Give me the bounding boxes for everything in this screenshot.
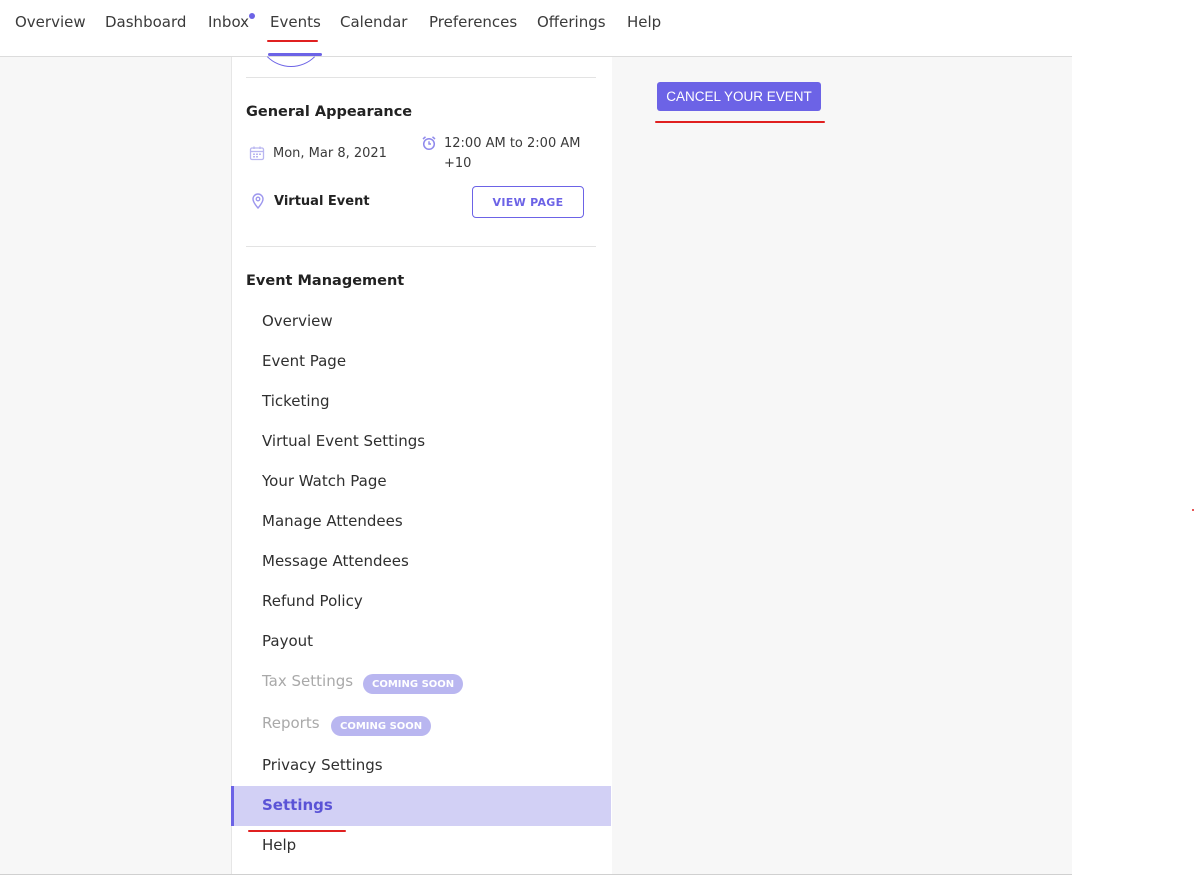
menu-item-label: Privacy Settings — [262, 756, 383, 774]
nav-preferences[interactable]: Preferences — [429, 13, 517, 31]
menu-item-watch-page[interactable]: Your Watch Page — [231, 462, 611, 502]
cancel-event-button[interactable]: CANCEL YOUR EVENT — [657, 82, 821, 111]
menu-item-label: Manage Attendees — [262, 512, 403, 530]
coming-soon-badge: COMING SOON — [331, 716, 432, 736]
unread-dot-icon — [249, 13, 256, 19]
menu-item-label: Your Watch Page — [262, 472, 387, 490]
nav-help[interactable]: Help — [627, 13, 661, 31]
menu-item-virtual-event-settings[interactable]: Virtual Event Settings — [231, 422, 611, 462]
top-navigation: Overview Dashboard Inbox Events Calendar… — [0, 0, 1072, 57]
menu-item-help[interactable]: Help — [231, 826, 611, 866]
nav-dashboard[interactable]: Dashboard — [105, 13, 186, 31]
menu-item-label: Message Attendees — [262, 552, 409, 570]
event-management-heading: Event Management — [246, 273, 405, 289]
event-timezone: +10 — [444, 156, 472, 171]
event-time: 12:00 AM to 2:00 AM — [444, 136, 581, 151]
menu-item-label: Settings — [262, 796, 333, 814]
outer-margin — [1072, 0, 1196, 877]
menu-item-label: Help — [262, 836, 297, 854]
nav-calendar[interactable]: Calendar — [340, 13, 407, 31]
active-indicator — [231, 786, 234, 826]
coming-soon-badge: COMING SOON — [363, 674, 464, 694]
location-pin-icon — [251, 193, 265, 213]
divider — [246, 77, 596, 78]
menu-item-settings[interactable]: Settings — [231, 786, 611, 826]
nav-offerings[interactable]: Offerings — [537, 13, 606, 31]
calendar-icon — [249, 145, 265, 165]
menu-item-message-attendees[interactable]: Message Attendees — [231, 542, 611, 582]
menu-item-ticketing[interactable]: Ticketing — [231, 382, 611, 422]
menu-item-label: Refund Policy — [262, 592, 363, 610]
menu-item-label: Payout — [262, 632, 314, 650]
menu-item-label: Reports — [262, 714, 320, 732]
annotation-underline-cancel — [655, 121, 825, 123]
menu-item-overview[interactable]: Overview — [231, 302, 611, 342]
event-location: Virtual Event — [274, 194, 370, 209]
nav-inbox-label: Inbox — [208, 13, 250, 31]
divider — [246, 246, 596, 247]
menu-item-manage-attendees[interactable]: Manage Attendees — [231, 502, 611, 542]
event-date: Mon, Mar 8, 2021 — [273, 146, 387, 161]
page-background-left — [0, 57, 231, 874]
menu-item-payout[interactable]: Payout — [231, 622, 611, 662]
annotation-dot — [1192, 509, 1194, 511]
menu-item-tax-settings: Tax Settings COMING SOON — [231, 662, 611, 702]
menu-item-refund-policy[interactable]: Refund Policy — [231, 582, 611, 622]
bottom-border — [0, 874, 1072, 875]
nav-inbox[interactable]: Inbox — [208, 13, 256, 31]
menu-item-reports: Reports COMING SOON — [231, 704, 611, 744]
view-page-button[interactable]: VIEW PAGE — [472, 186, 584, 218]
alarm-clock-icon — [421, 135, 437, 155]
menu-item-label: Ticketing — [262, 392, 330, 410]
general-appearance-heading: General Appearance — [246, 104, 413, 120]
menu-item-event-page[interactable]: Event Page — [231, 342, 611, 382]
menu-item-label: Virtual Event Settings — [262, 432, 426, 450]
menu-item-privacy-settings[interactable]: Privacy Settings — [231, 746, 611, 786]
main-content-area — [611, 57, 1073, 874]
menu-item-label: Tax Settings — [262, 672, 354, 690]
menu-item-label: Overview — [262, 312, 333, 330]
nav-overview[interactable]: Overview — [15, 13, 86, 31]
menu-item-label: Event Page — [262, 352, 347, 370]
